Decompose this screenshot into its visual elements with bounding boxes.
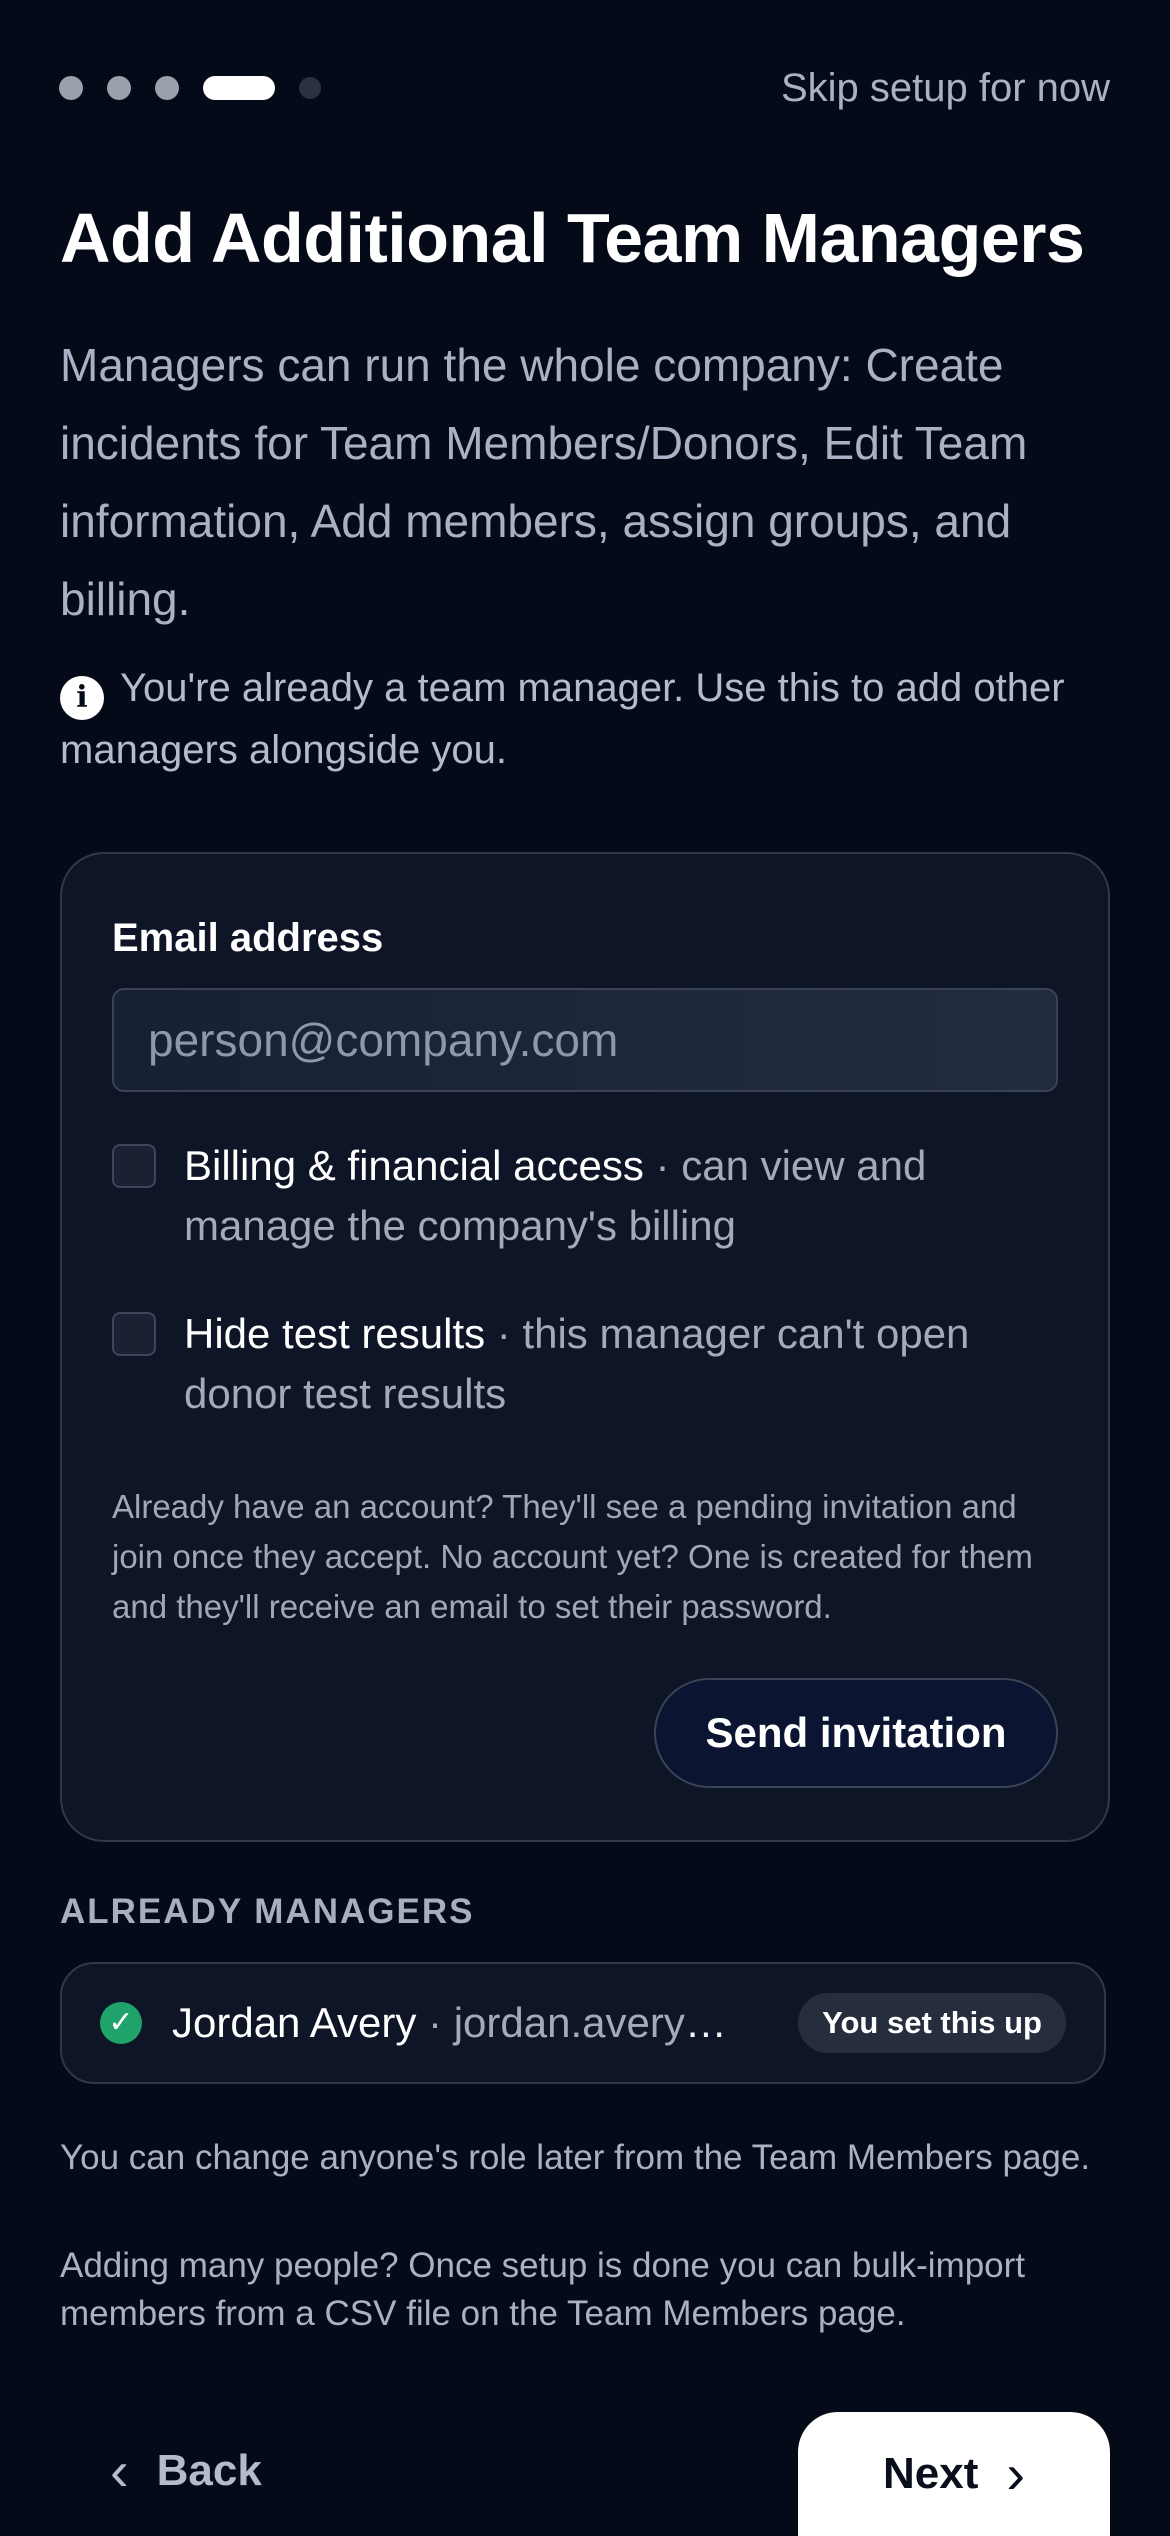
email-label: Email address (112, 916, 384, 960)
manager-info: Jordan Avery · jordan.avery@... (172, 1999, 762, 2047)
manager-name: Jordan Avery (172, 1999, 417, 2046)
info-text: You're already a team manager. Use this … (60, 666, 1065, 772)
billing-access-option[interactable]: Billing & financial access · can view an… (112, 1136, 1058, 1256)
invitation-note: Already have an account? They'll see a p… (112, 1488, 1033, 1625)
onboarding-screen: Skip setup for now Add Additional Team M… (0, 0, 1170, 2536)
role-change-note: You can change anyone's role later from … (60, 2138, 1091, 2177)
step-dot-2 (107, 76, 131, 100)
step-progress (59, 76, 321, 100)
back-button[interactable]: ‹ Back (110, 2436, 262, 2506)
chevron-left-icon: ‹ (110, 2439, 129, 2502)
info-icon: i (60, 676, 104, 720)
billing-access-text: Billing & financial access · can view an… (184, 1136, 1058, 1256)
next-button[interactable]: Next › (798, 2412, 1110, 2536)
page-description: Managers can run the whole company: Crea… (60, 339, 1028, 625)
email-input[interactable] (112, 988, 1058, 1092)
info-message: i You're already a team manager. Use this… (60, 658, 1120, 780)
manager-row: ✓ Jordan Avery · jordan.avery@... You se… (60, 1962, 1106, 2084)
set-up-by-you-badge: You set this up (798, 1993, 1066, 2053)
invite-card: Email address Billing & financial access… (60, 852, 1110, 1842)
send-invitation-button[interactable]: Send invitation (654, 1678, 1058, 1788)
back-label: Back (156, 2446, 262, 2495)
step-dot-1 (59, 76, 83, 100)
skip-setup-link[interactable]: Skip setup for now (781, 66, 1110, 111)
check-circle-icon: ✓ (100, 2002, 142, 2044)
step-dot-current (203, 76, 275, 100)
hide-results-title: Hide test results (184, 1310, 486, 1357)
hide-results-option[interactable]: Hide test results · this manager can't o… (112, 1304, 1058, 1424)
manager-email: · jordan.avery@... (416, 1999, 763, 2046)
hide-results-checkbox[interactable] (112, 1312, 156, 1356)
managers-section-label: ALREADY MANAGERS (60, 1892, 475, 1931)
chevron-right-icon: › (1006, 2442, 1026, 2505)
bulk-import-note: Adding many people? Once setup is done y… (60, 2246, 1026, 2333)
billing-access-checkbox[interactable] (112, 1144, 156, 1188)
step-dot-3 (155, 76, 179, 100)
page-title: Add Additional Team Managers (60, 199, 1085, 277)
hide-results-text: Hide test results · this manager can't o… (184, 1304, 1058, 1424)
step-dot-5 (299, 77, 321, 99)
next-label: Next (882, 2449, 979, 2498)
billing-access-title: Billing & financial access (184, 1142, 644, 1189)
